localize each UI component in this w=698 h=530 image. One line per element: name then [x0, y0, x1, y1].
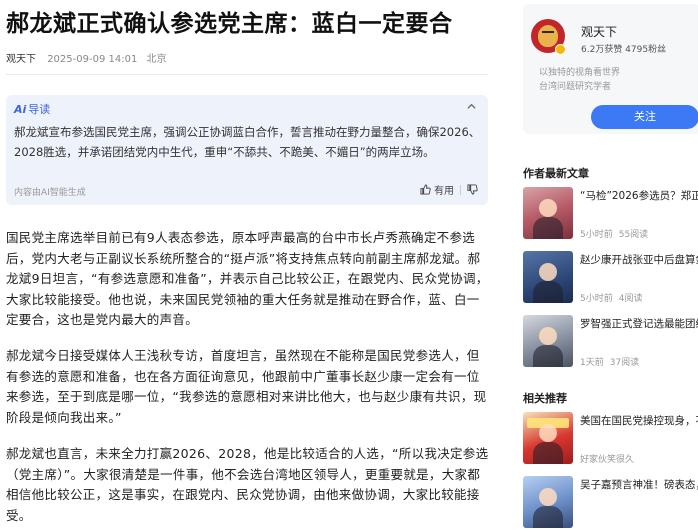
feedback-divider	[460, 184, 461, 195]
article-date: 2025-09-09 14:01	[47, 54, 138, 65]
chevron-up-icon[interactable]	[467, 102, 476, 111]
verified-badge-icon	[555, 44, 566, 55]
article-thumbnail	[523, 315, 573, 367]
article-paragraph: 国民党主席选举目前已有9人表态参选，原本呼声最高的台中市长卢秀燕确定不参选后，党…	[6, 230, 489, 327]
card-meta: 1天前 37阅读	[580, 355, 639, 368]
latest-article-card[interactable]: 罗智强正式登记选最能团结台湾 1天前 37阅读	[523, 315, 698, 371]
latest-article-card[interactable]: “马检”2026参选员？郑正宪：不要 5小时前 55阅读	[523, 187, 698, 243]
sidebar: 观天下 6.2万获赞 4795粉丝 以独特的视角看世界 台湾问题研究学者 关注 …	[516, 0, 698, 530]
latest-articles-heading: 作者最新文章	[523, 167, 589, 180]
card-title: 赵少康开战张亚中后盘算剑指“她”	[580, 254, 698, 266]
ai-summary-footnote: 内容由AI智能生成	[14, 188, 86, 198]
ai-summary-text: 郝龙斌宣布参选国民党主席，强调公正协调蓝白合作，誓言推动在野力量整合，确保202…	[14, 125, 481, 159]
card-meta: 5小时前 55阅读	[580, 227, 648, 240]
ai-summary-label: 导读	[28, 103, 51, 116]
author-card: 观天下 6.2万获赞 4795粉丝 以独特的视角看世界 台湾问题研究学者 关注	[523, 4, 698, 134]
card-reads: 4阅读	[618, 294, 643, 304]
card-reads: 55阅读	[618, 230, 649, 240]
card-meta: 好家伙笑很久	[580, 455, 635, 465]
card-time: 5小时前	[580, 294, 613, 304]
meta-divider	[6, 74, 488, 75]
card-meta: 5小时前 4阅读	[580, 291, 642, 304]
ai-summary-box: Ai 导读 郝龙斌宣布参选国民党主席，强调公正协调蓝白合作，誓言推动在野力量整合…	[6, 95, 488, 205]
related-heading: 相关推荐	[523, 392, 567, 405]
article-thumbnail	[523, 251, 573, 303]
card-title: 罗智强正式登记选最能团结台湾	[580, 318, 698, 330]
article-thumbnail	[523, 412, 573, 464]
card-title: “马检”2026参选员？郑正宪：不要	[580, 190, 698, 202]
article-location: 北京	[146, 54, 167, 65]
author-stats: 6.2万获赞 4795粉丝	[581, 45, 667, 55]
article-author[interactable]: 观天下	[6, 54, 36, 65]
feedback-group: 有用	[420, 182, 478, 197]
article-column: 郝龙斌正式确认参选党主席：蓝白一定要合 观天下 2025-09-09 14:01…	[0, 0, 500, 530]
article-thumbnail	[523, 187, 573, 239]
avatar-stripe	[542, 31, 554, 33]
article-paragraph: 郝龙斌今日接受媒体人王浅秋专访，首度坦言，虽然现在不能称是国民党参选人，但有参选…	[6, 348, 487, 425]
card-title: 吴子嘉预言神准！磅表态，郝龙斌或	[580, 479, 698, 491]
article-title: 郝龙斌正式确认参选党主席：蓝白一定要合	[6, 11, 453, 37]
thumbs-up-icon[interactable]	[420, 184, 431, 195]
follow-button[interactable]: 关注	[591, 105, 698, 129]
helpful-button[interactable]: 有用	[434, 182, 454, 197]
ai-summary-header: Ai 导读	[14, 101, 50, 117]
card-time: 5小时前	[580, 230, 613, 240]
related-article-card[interactable]: 美国在国民党操控现身，不仅出售台 好家伙笑很久	[523, 412, 698, 468]
card-title: 美国在国民党操控现身，不仅出售台	[580, 415, 698, 427]
latest-article-card[interactable]: 赵少康开战张亚中后盘算剑指“她” 5小时前 4阅读	[523, 251, 698, 307]
thumbs-down-icon[interactable]	[467, 184, 478, 195]
author-bio: 以独特的视角看世界 台湾问题研究学者	[539, 68, 621, 92]
card-reads: 37阅读	[609, 358, 640, 368]
article-thumbnail	[523, 476, 573, 528]
article-meta: 观天下 2025-09-09 14:01 北京	[6, 50, 167, 65]
tiger-avatar-icon	[538, 25, 558, 47]
ai-icon: Ai	[14, 102, 27, 116]
article-paragraph: 郝龙斌也直言，未来全力打赢2026、2028，他是比较适合的人选，“所以我决定参…	[6, 446, 489, 523]
related-article-card[interactable]: 吴子嘉预言神准！磅表态，郝龙斌或	[523, 476, 698, 530]
author-name[interactable]: 观天下	[581, 23, 617, 40]
card-time: 1天前	[580, 358, 604, 368]
